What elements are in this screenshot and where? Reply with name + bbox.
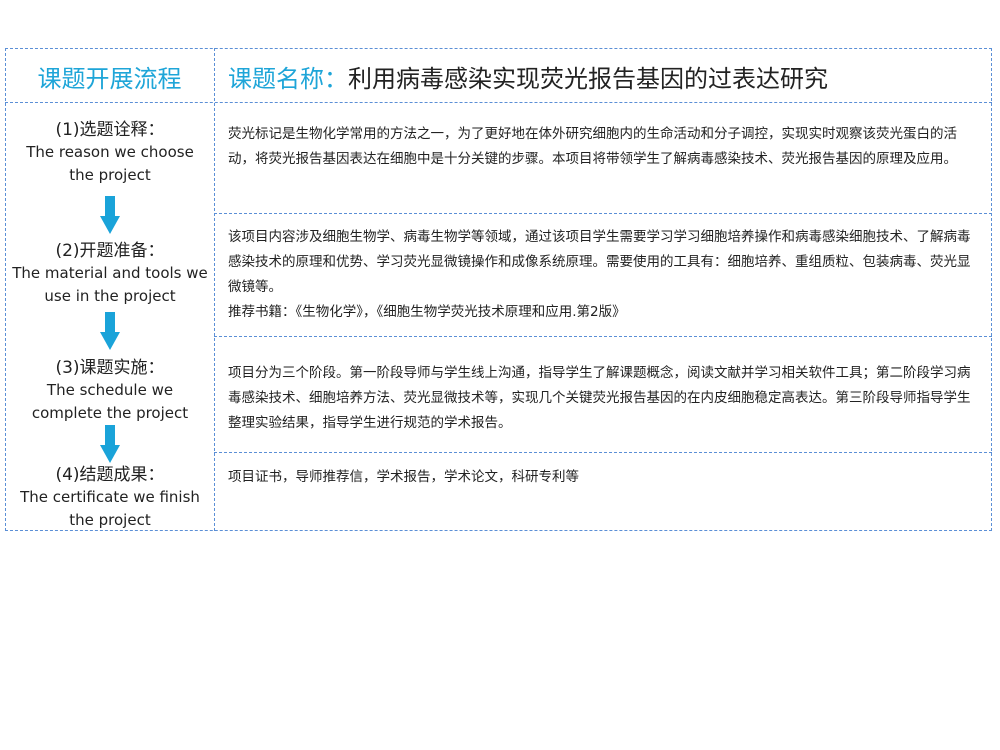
row-divider-3	[214, 452, 992, 453]
step-material-en-line2: use in the project	[44, 287, 176, 305]
column-divider	[214, 48, 215, 531]
step-schedule-en-line2: complete the project	[31, 404, 189, 422]
step-schedule-en-line1: The schedule we	[46, 381, 174, 399]
material-text: 该项目内容涉及细胞生物学、病毒生物学等领域，通过该项目学生需要学习学习细胞培养操…	[228, 229, 971, 295]
down-arrow-icon	[100, 196, 120, 234]
material-cell: 该项目内容涉及细胞生物学、病毒生物学等领域，通过该项目学生需要学习学习细胞培养操…	[228, 225, 973, 325]
reason-cell: 荧光标记是生物化学常用的方法之一，为了更好地在体外研究细胞内的生命活动和分子调控…	[228, 122, 973, 172]
schedule-cell: 项目分为三个阶段。第一阶段导师与学生线上沟通，指导学生了解课题概念，阅读文献并学…	[228, 361, 973, 436]
step-reason: (1)选题诠释： The reason we choose the projec…	[8, 119, 212, 187]
step-material-cn: (2)开题准备：	[55, 241, 165, 261]
step-schedule: (3)课题实施： The schedule we complete the pr…	[8, 357, 212, 425]
flow-title: 课题开展流程	[37, 64, 182, 93]
results-text: 项目证书，导师推荐信，学术报告，学术论文，科研专利等	[228, 469, 579, 485]
down-arrow-icon	[100, 312, 120, 350]
schedule-text: 项目分为三个阶段。第一阶段导师与学生线上沟通，指导学生了解课题概念，阅读文献并学…	[228, 365, 971, 431]
results-cell: 项目证书，导师推荐信，学术报告，学术论文，科研专利等	[228, 465, 973, 490]
project-title-label: 课题名称：	[228, 64, 348, 93]
step-schedule-cn: (3)课题实施：	[55, 358, 165, 378]
step-results-en-line1: The certificate we finish	[20, 488, 200, 506]
step-results: (4)结题成果： The certificate we finish the p…	[8, 464, 212, 532]
step-reason-cn: (1)选题诠释：	[55, 120, 165, 140]
step-reason-en-line2: the project	[69, 166, 151, 184]
step-reason-en-line1: The reason we choose	[26, 143, 194, 161]
header-divider	[5, 102, 992, 103]
row-divider-1	[214, 213, 992, 214]
down-arrow-icon	[100, 425, 120, 463]
row-divider-2	[214, 336, 992, 337]
step-material-en-line1: The material and tools we	[12, 264, 208, 282]
project-title: 课题名称： 利用病毒感染实现荧光报告基因的过表达研究	[228, 50, 828, 102]
step-material: (2)开题准备： The material and tools we use i…	[8, 240, 212, 308]
step-results-en-line2: the project	[69, 511, 151, 529]
step-results-cn: (4)结题成果：	[55, 465, 165, 485]
books-text: 推荐书籍：《生物化学》，《细胞生物学荧光技术原理和应用.第2版》	[228, 304, 626, 320]
project-title-value: 利用病毒感染实现荧光报告基因的过表达研究	[348, 64, 828, 93]
reason-text: 荧光标记是生物化学常用的方法之一，为了更好地在体外研究细胞内的生命活动和分子调控…	[228, 126, 957, 167]
